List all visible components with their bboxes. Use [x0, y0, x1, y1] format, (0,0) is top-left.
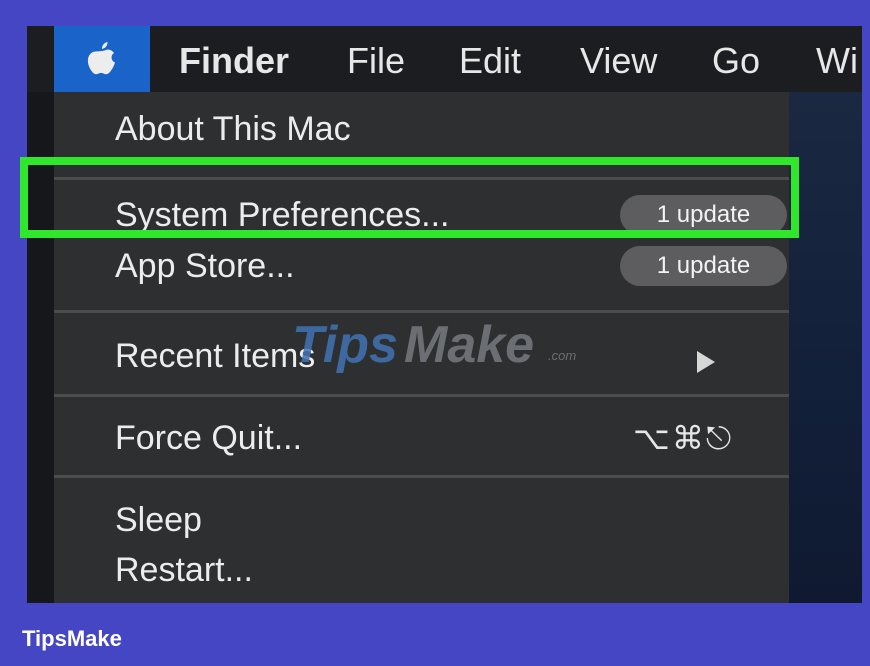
sleep-item[interactable]: Sleep — [115, 500, 202, 540]
highlight-box — [20, 157, 799, 238]
desktop-background — [789, 92, 862, 603]
tipsmake-watermark-logo: Tips Make .com — [292, 316, 576, 374]
menubar-edit[interactable]: Edit — [459, 41, 521, 81]
force-quit-shortcut: ⌥⌘⎋ — [633, 419, 734, 457]
footer-brand: TipsMake — [22, 626, 122, 651]
apple-menu-button[interactable] — [54, 26, 150, 92]
submenu-arrow-icon — [697, 351, 715, 373]
menubar-view[interactable]: View — [580, 41, 657, 81]
menu-separator — [54, 394, 789, 397]
app-store-update-badge: 1 update — [620, 246, 787, 286]
about-this-mac-item[interactable]: About This Mac — [115, 109, 351, 149]
watermark-tips: Tips — [292, 316, 398, 374]
menubar-finder[interactable]: Finder — [179, 41, 289, 81]
restart-item[interactable]: Restart... — [115, 550, 253, 590]
apple-logo-icon — [87, 42, 115, 75]
app-store-item[interactable]: App Store... — [115, 246, 295, 286]
menu-separator — [54, 475, 789, 478]
menu-bar: Finder File Edit View Go Wi — [27, 26, 862, 92]
menubar-window[interactable]: Wi — [816, 41, 858, 81]
menubar-file[interactable]: File — [347, 41, 405, 81]
menubar-go[interactable]: Go — [712, 41, 760, 81]
watermark-domain: .com — [548, 348, 576, 363]
recent-items-item[interactable]: Recent Items — [115, 336, 315, 376]
force-quit-item[interactable]: Force Quit... — [115, 418, 302, 458]
watermark-make: Make — [404, 316, 534, 374]
